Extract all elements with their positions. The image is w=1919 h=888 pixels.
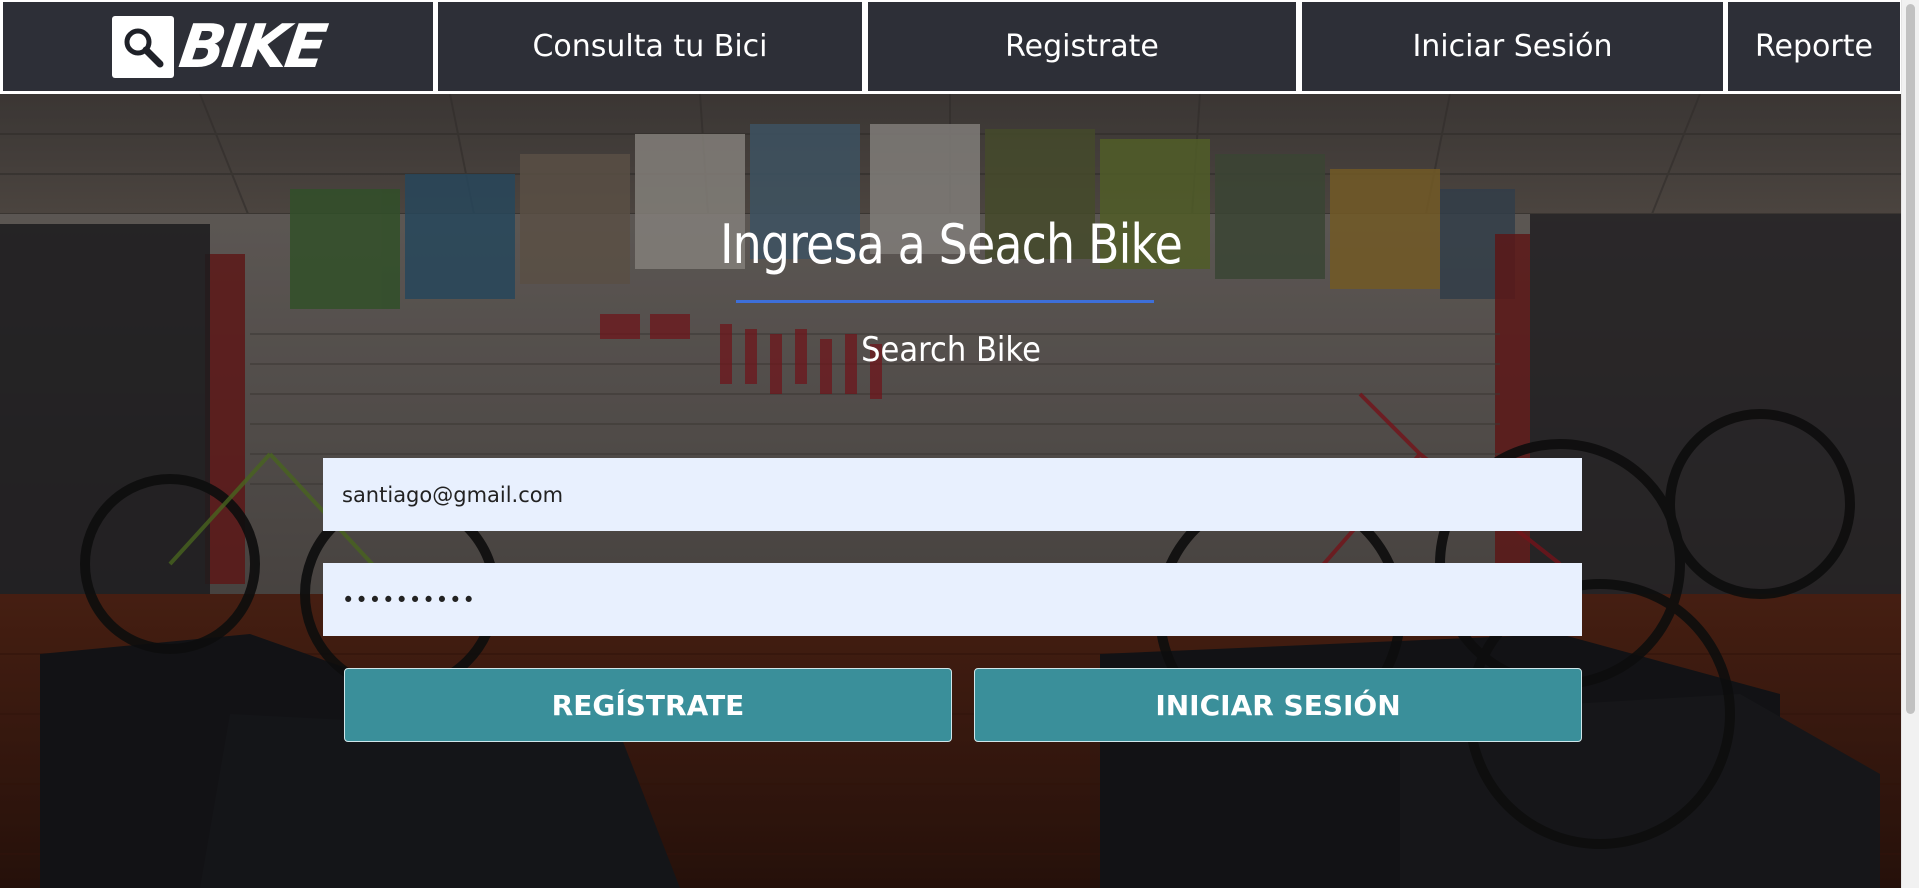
top-nav: BIKE Consulta tu Bici Registrate Iniciar… bbox=[0, 0, 1902, 94]
email-field[interactable] bbox=[323, 458, 1582, 531]
page: BIKE Consulta tu Bici Registrate Iniciar… bbox=[0, 0, 1919, 888]
search-icon bbox=[112, 15, 175, 78]
password-field[interactable] bbox=[323, 563, 1582, 636]
nav-iniciar-sesion[interactable]: Iniciar Sesión bbox=[1302, 2, 1723, 91]
register-button[interactable]: REGÍSTRATE bbox=[344, 668, 952, 742]
login-button[interactable]: INICIAR SESIÓN bbox=[974, 668, 1582, 742]
logo-text: BIKE bbox=[175, 11, 329, 82]
nav-consulta-tu-bici[interactable]: Consulta tu Bici bbox=[438, 2, 862, 91]
logo: BIKE bbox=[112, 12, 329, 82]
nav-reporte[interactable]: Reporte bbox=[1728, 2, 1900, 91]
page-subtitle: Search Bike bbox=[861, 330, 1041, 370]
title-underline bbox=[736, 300, 1154, 303]
logo-link[interactable]: BIKE bbox=[3, 2, 433, 91]
scrollbar[interactable] bbox=[1901, 0, 1919, 888]
scrollbar-thumb[interactable] bbox=[1906, 4, 1915, 714]
nav-registrate[interactable]: Registrate bbox=[868, 2, 1296, 91]
page-title: Ingresa a Seach Bike bbox=[719, 213, 1183, 276]
